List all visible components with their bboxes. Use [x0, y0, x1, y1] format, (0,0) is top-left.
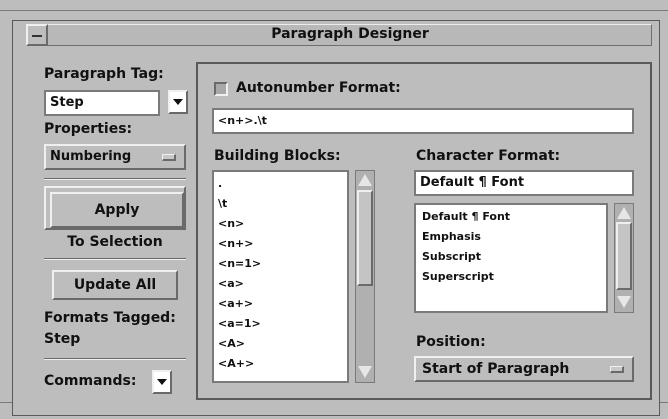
- scroll-down-button[interactable]: [357, 364, 373, 380]
- checkbox-icon[interactable]: [214, 82, 228, 96]
- option-menu-indicator-icon: [162, 154, 176, 161]
- list-item[interactable]: .: [218, 174, 343, 194]
- up-triangle-icon: [617, 207, 631, 219]
- scroll-thumb[interactable]: [616, 222, 632, 290]
- paragraph-tag-value: Step: [50, 95, 84, 110]
- list-item[interactable]: Superscript: [422, 267, 600, 287]
- down-arrow-icon: [173, 99, 183, 105]
- paragraph-tag-field[interactable]: Step: [44, 90, 160, 116]
- formats-tagged-label: Formats Tagged:: [44, 310, 176, 326]
- list-item[interactable]: Emphasis: [422, 227, 600, 247]
- formats-tagged-value: Step: [44, 331, 81, 347]
- scroll-down-button[interactable]: [616, 294, 632, 310]
- commands-dropdown-button[interactable]: [152, 370, 172, 394]
- character-formats-list[interactable]: Default ¶ Font Emphasis Subscript Supers…: [414, 203, 608, 313]
- autonumber-format-label: Autonumber Format:: [236, 80, 401, 96]
- desktop-line-top: [0, 10, 668, 11]
- update-all-label: Update All: [73, 277, 157, 293]
- window-menu-button[interactable]: [26, 24, 48, 46]
- apply-button[interactable]: Apply: [50, 192, 184, 228]
- position-option-menu[interactable]: Start of Paragraph: [414, 356, 634, 382]
- option-menu-indicator-icon: [610, 366, 624, 373]
- window-title: Paragraph Designer: [271, 26, 429, 42]
- commands-label: Commands:: [44, 373, 137, 389]
- list-item[interactable]: <n+>: [218, 234, 343, 254]
- autonumber-format-field[interactable]: <n+>.\t: [212, 108, 634, 134]
- list-item[interactable]: <n=1>: [218, 254, 343, 274]
- left-separator-2: [44, 258, 186, 260]
- left-separator-1: [44, 178, 186, 180]
- character-format-value: Default ¶ Font: [420, 175, 525, 190]
- properties-value: Numbering: [50, 149, 132, 164]
- list-item[interactable]: \t: [218, 194, 343, 214]
- window-menu-icon: [32, 35, 42, 37]
- scroll-thumb[interactable]: [357, 190, 373, 286]
- list-item[interactable]: <a=1>: [218, 314, 343, 334]
- list-item[interactable]: <a+>: [218, 294, 343, 314]
- apply-button-frame: Apply: [44, 186, 186, 230]
- up-triangle-icon: [358, 174, 372, 186]
- paragraph-tag-label: Paragraph Tag:: [44, 66, 164, 82]
- properties-option-menu[interactable]: Numbering: [44, 144, 186, 170]
- list-item[interactable]: <n>: [218, 214, 343, 234]
- to-selection-label: To Selection: [67, 234, 163, 250]
- autonumber-format-value: <n+>.\t: [218, 114, 267, 127]
- character-format-label: Character Format:: [416, 148, 561, 164]
- building-blocks-list[interactable]: . \t <n> <n+> <n=1> <a> <a+> <a=1> <A> <…: [212, 170, 349, 383]
- down-arrow-icon: [157, 379, 167, 385]
- update-all-button[interactable]: Update All: [52, 270, 178, 300]
- down-triangle-icon: [617, 296, 631, 308]
- scroll-up-button[interactable]: [616, 205, 632, 221]
- list-item[interactable]: Default ¶ Font: [422, 207, 600, 227]
- left-separator-3: [44, 358, 186, 360]
- paragraph-tag-dropdown-button[interactable]: [168, 90, 188, 114]
- position-value: Start of Paragraph: [422, 361, 570, 377]
- list-item[interactable]: Subscript: [422, 247, 600, 267]
- position-label: Position:: [416, 334, 486, 350]
- list-item[interactable]: <A>: [218, 334, 343, 354]
- building-blocks-label: Building Blocks:: [214, 148, 341, 164]
- character-format-field[interactable]: Default ¶ Font: [414, 170, 634, 196]
- list-item[interactable]: <A+>: [218, 354, 343, 374]
- properties-label: Properties:: [44, 121, 133, 137]
- down-triangle-icon: [358, 366, 372, 378]
- apply-label: Apply: [94, 202, 140, 218]
- scroll-up-button[interactable]: [357, 172, 373, 188]
- list-item[interactable]: <a>: [218, 274, 343, 294]
